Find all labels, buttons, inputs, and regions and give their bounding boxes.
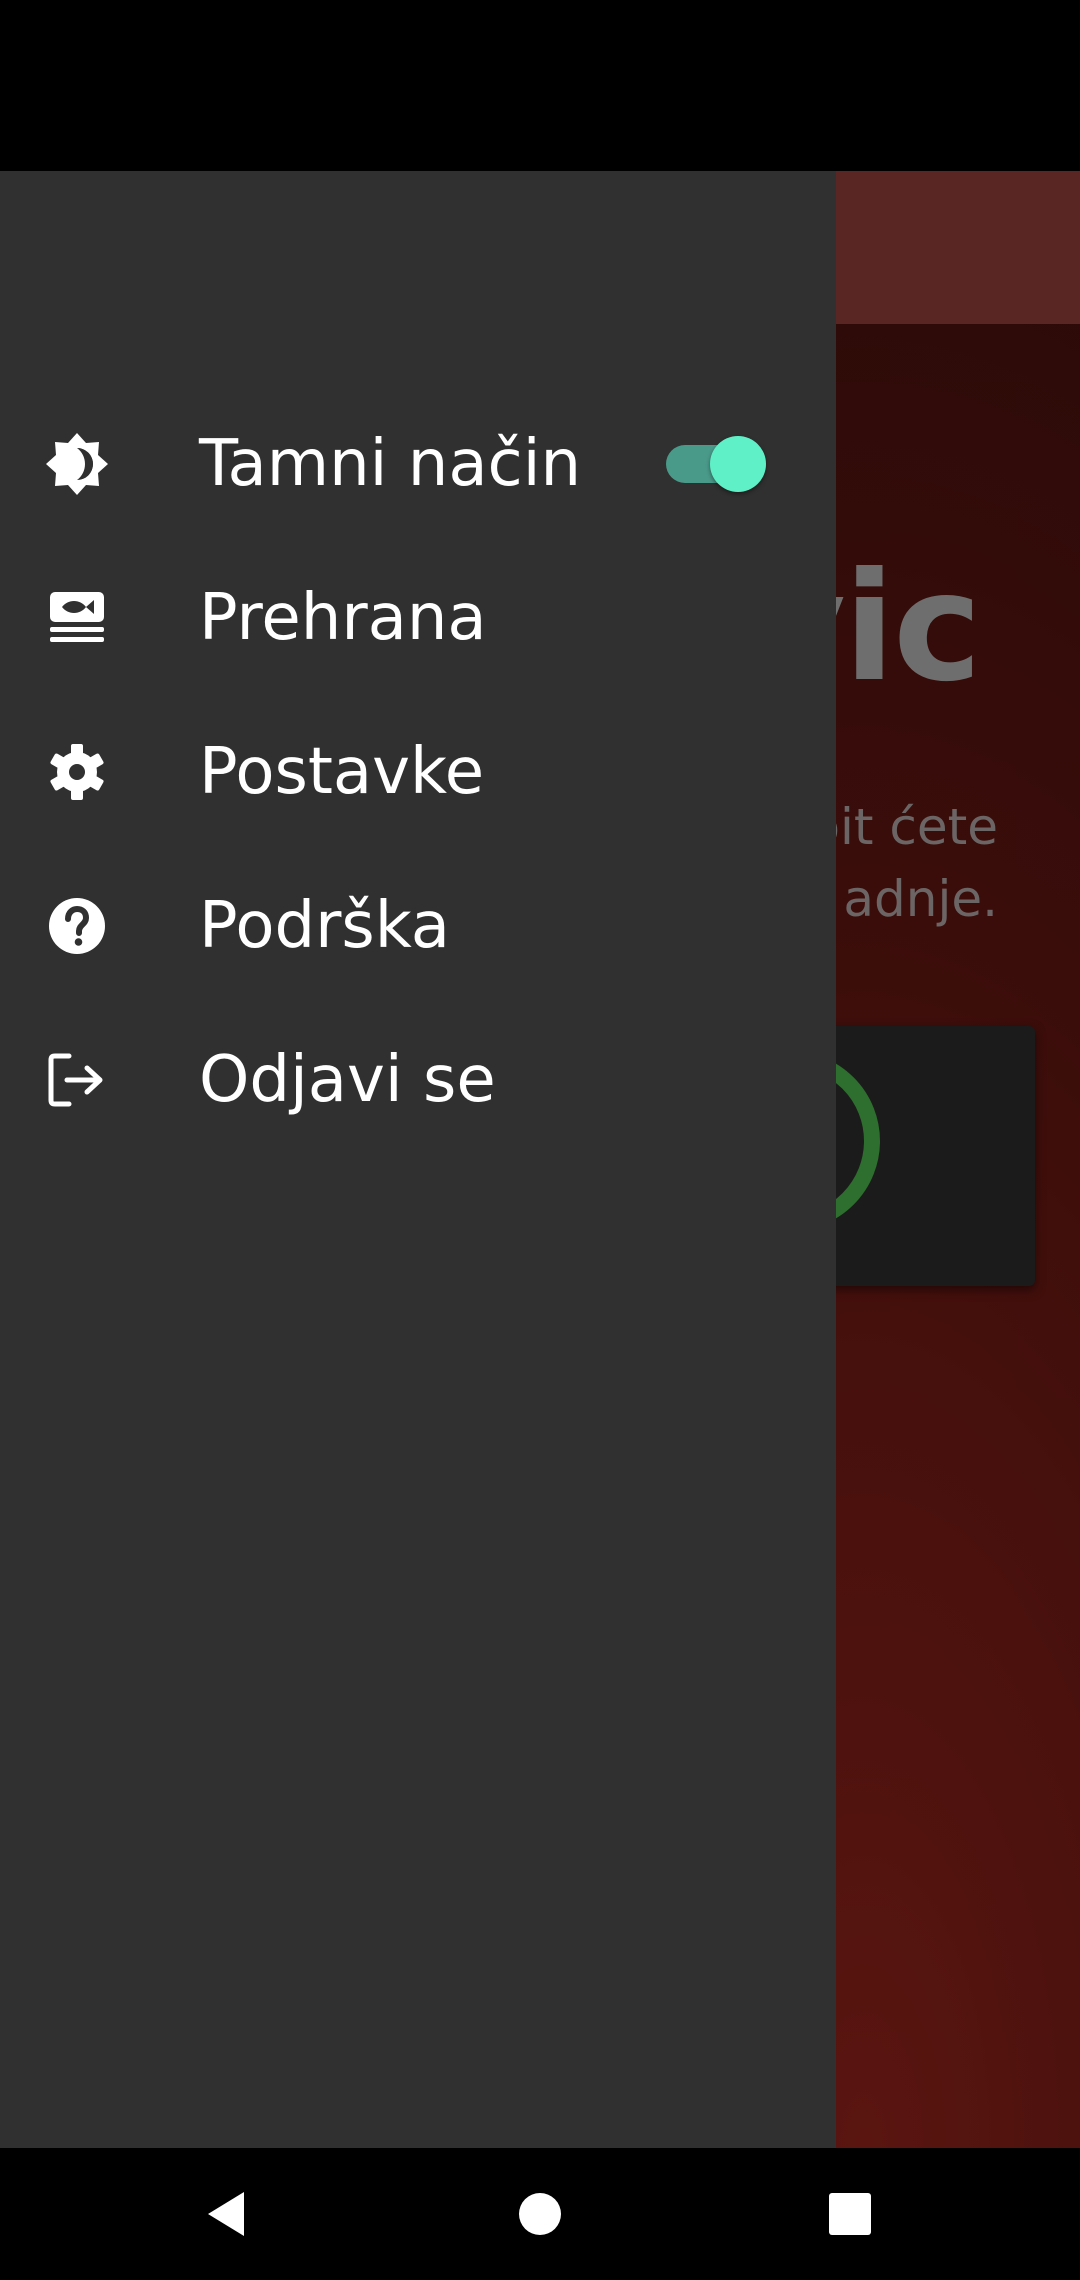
- navigation-drawer: Tamni način Prehrana Postavke Podrška Od…: [0, 171, 836, 2148]
- drawer-item-label: Podrška: [199, 889, 450, 963]
- drawer-item-label: Postavke: [199, 735, 485, 809]
- toggle-thumb: [710, 436, 766, 492]
- nutrition-icon: [44, 585, 110, 651]
- drawer-item-label: Tamni način: [199, 427, 582, 501]
- help-icon: [44, 893, 110, 959]
- system-nav-bar: [0, 2148, 1080, 2280]
- recents-icon[interactable]: [810, 2174, 890, 2254]
- drawer-item-settings[interactable]: Postavke: [0, 695, 836, 849]
- gear-icon: [44, 739, 110, 805]
- drawer-item-nutrition[interactable]: Prehrana: [0, 541, 836, 695]
- logout-icon: [44, 1047, 110, 1113]
- drawer-item-support[interactable]: Podrška: [0, 849, 836, 1003]
- dark-mode-toggle[interactable]: [664, 436, 766, 492]
- drawer-item-dark-mode[interactable]: Tamni način: [0, 387, 836, 541]
- screen: vic bit ćete adnje. Tamni način Prehrana…: [0, 0, 1080, 2280]
- drawer-item-logout[interactable]: Odjavi se: [0, 1003, 836, 1157]
- drawer-item-label: Odjavi se: [199, 1043, 496, 1117]
- drawer-item-label: Prehrana: [199, 581, 487, 655]
- home-icon[interactable]: [500, 2174, 580, 2254]
- back-icon[interactable]: [186, 2174, 266, 2254]
- status-bar: [0, 0, 1080, 171]
- dark-mode-icon: [44, 431, 110, 497]
